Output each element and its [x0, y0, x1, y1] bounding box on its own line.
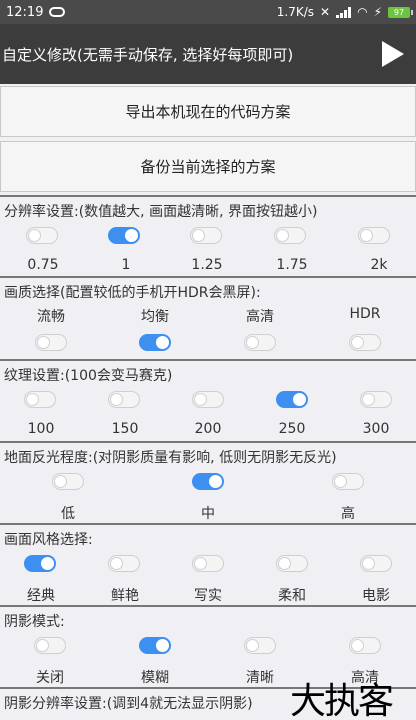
backup-button[interactable]: 备份当前选择的方案 — [0, 141, 416, 192]
style-toggle-0[interactable] — [24, 555, 56, 572]
quality-toggle-3[interactable] — [349, 334, 381, 351]
style-title: 画面风格选择: — [4, 532, 93, 548]
resolution-label: 2k — [370, 257, 388, 273]
style-label: 柔和 — [278, 588, 306, 604]
play-icon[interactable] — [382, 41, 404, 67]
reflection-label: 高 — [341, 506, 355, 522]
shadow-toggle-3[interactable] — [349, 637, 381, 654]
resolution-label: 1.75 — [276, 257, 308, 273]
resolution-title: 分辨率设置:(数值越大, 画面越清晰, 界面按钮越小) — [4, 204, 318, 220]
resolution-section: 分辨率设置:(数值越大, 画面越清晰, 界面按钮越小) 0.75 1 1.25 … — [0, 195, 416, 276]
quality-label: 高清 — [246, 309, 274, 325]
style-label: 经典 — [27, 588, 55, 604]
resolution-label: 0.75 — [27, 257, 59, 273]
network-speed: 1.7K/s — [276, 5, 315, 19]
shadow-label: 清晰 — [246, 670, 274, 686]
resolution-label: 1 — [121, 257, 131, 273]
shadow-toggle-2[interactable] — [244, 637, 276, 654]
quality-label: 流畅 — [37, 309, 65, 325]
texture-toggle-3[interactable] — [276, 391, 308, 408]
style-toggle-3[interactable] — [276, 555, 308, 572]
texture-toggle-1[interactable] — [108, 391, 140, 408]
reflection-label: 低 — [61, 506, 75, 522]
reflection-toggle-1[interactable] — [192, 473, 224, 490]
shadow-title: 阴影模式: — [4, 614, 65, 630]
reflection-toggle-2[interactable] — [332, 473, 364, 490]
texture-label: 300 — [362, 421, 390, 437]
export-button[interactable]: 导出本机现在的代码方案 — [0, 86, 416, 137]
status-time: 12:19 — [6, 4, 44, 20]
reflection-label: 中 — [201, 506, 215, 522]
quality-toggle-2[interactable] — [244, 334, 276, 351]
shadow-toggle-1[interactable] — [139, 637, 171, 654]
resolution-toggle-1[interactable] — [108, 227, 140, 244]
reflection-toggle-0[interactable] — [52, 473, 84, 490]
battery-level: 97 — [393, 7, 405, 17]
status-right: 1.7K/s ✕ ◠ ⚡ 97 — [276, 5, 413, 19]
page-title: 自定义修改(无需手动保存, 选择好每项即可) — [2, 45, 294, 64]
reflection-title: 地面反光程度:(对阴影质量有影响, 低则无阴影无反光) — [4, 450, 337, 466]
texture-toggle-0[interactable] — [24, 391, 56, 408]
shadow-toggle-0[interactable] — [34, 637, 66, 654]
style-label: 写实 — [194, 588, 222, 604]
style-section: 画面风格选择: 经典 鲜艳 写实 柔和 电影 — [0, 523, 416, 605]
signal-icon — [336, 6, 352, 18]
mute-icon: ✕ — [320, 5, 331, 19]
resolution-toggle-3[interactable] — [274, 227, 306, 244]
watermark-logo: 大执客 — [290, 681, 394, 720]
quality-section: 画质选择(配置较低的手机开HDR会黑屏): 流畅 均衡 高清 HDR — [0, 276, 416, 359]
shadow-label: 模糊 — [141, 670, 169, 686]
texture-title: 纹理设置:(100会变马赛克) — [4, 368, 173, 384]
style-toggle-1[interactable] — [108, 555, 140, 572]
quality-toggle-1[interactable] — [139, 334, 171, 351]
style-toggle-2[interactable] — [192, 555, 224, 572]
texture-section: 纹理设置:(100会变马赛克) 100 150 200 250 300 — [0, 359, 416, 441]
texture-toggle-4[interactable] — [360, 391, 392, 408]
charging-icon: ⚡ — [373, 5, 382, 19]
resolution-toggle-2[interactable] — [190, 227, 222, 244]
battery-icon: 97 — [388, 6, 413, 18]
texture-label: 100 — [27, 421, 55, 437]
title-bar: 自定义修改(无需手动保存, 选择好每项即可) — [0, 24, 416, 84]
cloud-icon — [49, 7, 66, 17]
texture-label: 250 — [278, 421, 306, 437]
wifi-icon: ◠ — [357, 5, 368, 19]
quality-label: HDR — [349, 306, 381, 322]
resolution-toggle-4[interactable] — [358, 227, 390, 244]
shadow-label: 关闭 — [36, 670, 64, 686]
status-bar: 12:19 1.7K/s ✕ ◠ ⚡ 97 — [0, 0, 416, 24]
style-label: 鲜艳 — [111, 588, 139, 604]
style-toggle-4[interactable] — [360, 555, 392, 572]
reflection-section: 地面反光程度:(对阴影质量有影响, 低则无阴影无反光) 低 中 高 — [0, 441, 416, 523]
quality-toggle-0[interactable] — [35, 334, 67, 351]
resolution-toggle-0[interactable] — [26, 227, 58, 244]
resolution-label: 1.25 — [191, 257, 223, 273]
quality-title: 画质选择(配置较低的手机开HDR会黑屏): — [4, 285, 261, 301]
texture-label: 200 — [194, 421, 222, 437]
quality-label: 均衡 — [141, 309, 169, 325]
texture-toggle-2[interactable] — [192, 391, 224, 408]
texture-label: 150 — [111, 421, 139, 437]
style-label: 电影 — [362, 588, 390, 604]
